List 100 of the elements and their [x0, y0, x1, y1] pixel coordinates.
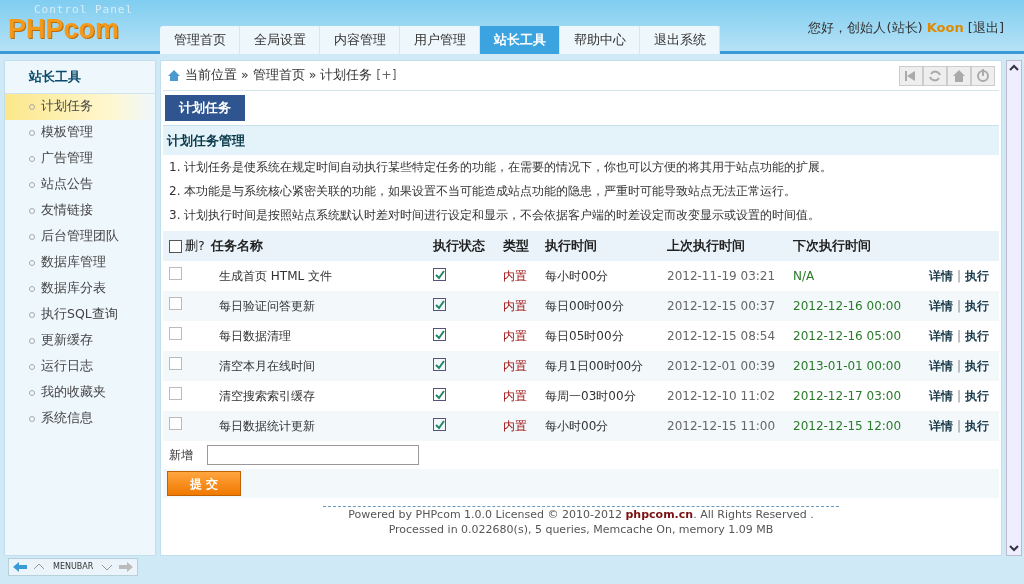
- refresh-button[interactable]: [923, 65, 947, 86]
- sidebar-item[interactable]: 模板管理: [5, 119, 155, 146]
- detail-link[interactable]: 详情: [928, 269, 953, 283]
- sidebar-item[interactable]: 数据库管理: [5, 249, 155, 276]
- power-icon: [975, 67, 991, 84]
- schedule-text: 每小时00分: [545, 269, 609, 283]
- row-checkbox[interactable]: [169, 297, 182, 310]
- task-name: 清空搜索索引缓存: [219, 389, 315, 403]
- back-button[interactable]: [899, 65, 923, 86]
- run-link[interactable]: 执行: [965, 269, 989, 283]
- last-run-time: 2012-12-15 00:37: [667, 299, 776, 313]
- detail-link[interactable]: 详情: [928, 299, 953, 313]
- new-task-field[interactable]: [207, 445, 419, 465]
- sidebar-item[interactable]: 后台管理团队: [5, 223, 155, 250]
- detail-link[interactable]: 详情: [928, 329, 953, 343]
- schedule-text: 每月1日00时00分: [545, 359, 644, 373]
- task-name: 清空本月在线时间: [219, 359, 315, 373]
- sidebar-item[interactable]: 我的收藏夹: [5, 379, 155, 406]
- breadcrumb-link[interactable]: 计划任务: [320, 66, 373, 85]
- run-link[interactable]: 执行: [965, 359, 989, 373]
- sidebar-item[interactable]: 执行SQL查询: [5, 301, 155, 328]
- menubar-label: MENUBAR: [52, 561, 95, 573]
- status-checkbox[interactable]: [433, 268, 446, 281]
- add-favorite-link[interactable]: [+]: [376, 66, 397, 85]
- status-checkbox[interactable]: [433, 298, 446, 311]
- nav-tab[interactable]: 内容管理: [320, 26, 400, 54]
- run-link[interactable]: 执行: [965, 419, 989, 433]
- note-text: 2. 本功能是与系统核心紧密关联的功能，如果设置不当可能造成站点功能的隐患，严重时可能导致站点无法正常运行。: [169, 184, 797, 198]
- row-checkbox[interactable]: [169, 417, 182, 430]
- task-type: 内置: [503, 299, 527, 313]
- task-type: 内置: [503, 329, 527, 343]
- nav-tab[interactable]: 全局设置: [240, 26, 320, 54]
- scrollbar[interactable]: [1006, 60, 1022, 556]
- schedule-text: 每日05时00分: [545, 329, 624, 343]
- status-checkbox[interactable]: [433, 358, 446, 371]
- column-header: 上次执行时间: [667, 237, 745, 253]
- home-button[interactable]: [947, 65, 971, 86]
- sidebar-item[interactable]: 广告管理: [5, 145, 155, 172]
- power-button[interactable]: [971, 65, 995, 86]
- detail-link[interactable]: 详情: [928, 419, 953, 433]
- status-checkbox[interactable]: [433, 418, 446, 431]
- last-run-time: 2012-11-19 03:21: [667, 269, 776, 283]
- sidebar-item[interactable]: 更新缓存: [5, 327, 155, 354]
- sidebar-item[interactable]: 计划任务: [5, 93, 155, 120]
- row-checkbox[interactable]: [169, 327, 182, 340]
- detail-link[interactable]: 详情: [928, 389, 953, 403]
- detail-link[interactable]: 详情: [928, 359, 953, 373]
- sidebar-item[interactable]: 系统信息: [5, 405, 155, 432]
- breadcrumb-separator: »: [308, 66, 317, 85]
- row-checkbox[interactable]: [169, 267, 182, 280]
- next-run-time: 2013-01-01 00:00: [793, 359, 902, 373]
- row-checkbox[interactable]: [169, 387, 182, 400]
- page-tab[interactable]: 计划任务: [165, 95, 245, 121]
- logo: PHPcom: [8, 14, 120, 44]
- home-icon: [167, 69, 181, 82]
- task-type: 内置: [503, 269, 527, 283]
- greeting-text: 您好，创始人(站长): [808, 20, 923, 35]
- note-text: 3. 计划执行时间是按照站点系统默认时差对时间进行设定和显示，不会依据客户端的时差设定而改变显示或设置的时间值。: [169, 208, 821, 222]
- note-text: 1. 计划任务是使系统在规定时间自动执行某些特定任务的功能，在需要的情况下，你也可以方便的将其用于站点功能的扩展。: [169, 160, 833, 174]
- last-run-time: 2012-12-10 11:02: [667, 389, 776, 403]
- task-name: 每日数据统计更新: [219, 419, 315, 433]
- select-all-checkbox[interactable]: [169, 239, 182, 253]
- run-link[interactable]: 执行: [965, 329, 989, 343]
- run-link[interactable]: 执行: [965, 299, 989, 313]
- task-name: 每日数据清理: [219, 329, 291, 343]
- section-title: 计划任务管理: [167, 132, 245, 148]
- action-separator: |: [956, 389, 961, 403]
- last-run-time: 2012-12-15 11:00: [667, 419, 776, 433]
- column-header: 执行时间: [545, 237, 597, 253]
- action-separator: |: [956, 329, 961, 343]
- column-header: 删?: [185, 236, 205, 255]
- subtitle: Control Panel: [34, 3, 134, 16]
- nav-tab[interactable]: 管理首页: [160, 26, 240, 54]
- breadcrumb-link[interactable]: 管理首页: [252, 66, 305, 85]
- status-checkbox[interactable]: [433, 388, 446, 401]
- row-checkbox[interactable]: [169, 357, 182, 370]
- column-header: 执行状态: [433, 237, 485, 253]
- task-type: 内置: [503, 419, 527, 433]
- footer-text: Powered by PHPcom 1.0.0 Licensed © 2010-2012 phpcom.cn. All Rights Reserved .: [347, 507, 815, 522]
- nav-tab[interactable]: 帮助中心: [560, 26, 640, 54]
- column-header: 任务名称: [211, 237, 263, 253]
- sidebar-item[interactable]: 数据库分表: [5, 275, 155, 302]
- task-type: 内置: [503, 389, 527, 403]
- sidebar-item[interactable]: 站点公告: [5, 171, 155, 198]
- logout-link[interactable]: [退出]: [967, 20, 1004, 35]
- run-link[interactable]: 执行: [965, 389, 989, 403]
- task-type: 内置: [503, 359, 527, 373]
- status-checkbox[interactable]: [433, 328, 446, 341]
- action-separator: |: [956, 269, 961, 283]
- nav-tab[interactable]: 退出系统: [640, 26, 720, 54]
- footer-text: Processed in 0.022680(s), 5 queries, Memcache On, memory 1.09 MB: [387, 522, 775, 537]
- sidebar-item[interactable]: 运行日志: [5, 353, 155, 380]
- sidebar-title: 站长工具: [29, 69, 81, 84]
- breadcrumb-separator: »: [241, 66, 249, 85]
- task-name: 生成首页 HTML 文件: [219, 269, 333, 283]
- breadcrumb-link[interactable]: 当前位置: [185, 66, 237, 85]
- sidebar-item[interactable]: 友情链接: [5, 197, 155, 224]
- action-separator: |: [956, 359, 961, 373]
- column-header: 类型: [503, 237, 529, 253]
- home-icon: [951, 67, 967, 84]
